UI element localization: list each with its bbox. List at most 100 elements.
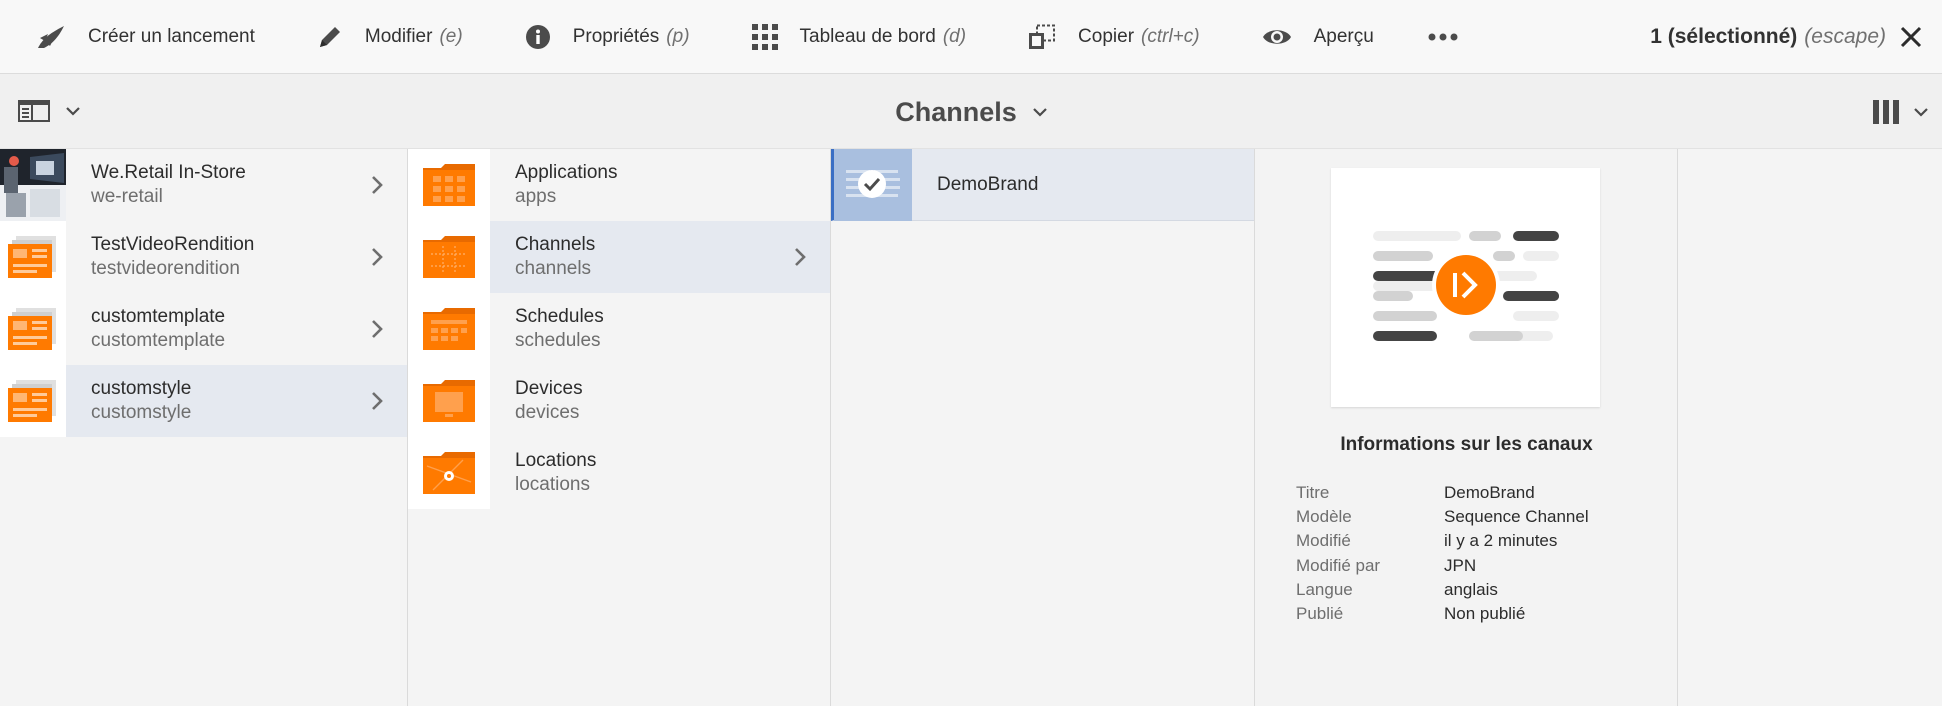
selection-status: 1 (sélectionné) (escape) [1650,0,1922,74]
item-subtitle: schedules [515,330,601,351]
metadata-row: Modifié par JPN [1296,554,1589,578]
eye-icon [1262,29,1291,44]
copy-icon [1029,24,1056,49]
page-title: Channels [895,96,1017,127]
folder-thumbnail [408,293,490,365]
metadata-key: Modifié par [1296,555,1381,575]
copy-button[interactable]: Copier (ctrl+c) [994,0,1228,74]
chevron-right-icon [372,176,383,194]
chevron-right-icon [372,320,383,338]
folder-thumbnail [408,365,490,437]
rail-icon [18,100,50,122]
template-thumbnail [0,365,66,437]
metadata-value: anglais [1444,579,1498,599]
channel-preview-card [1331,168,1600,407]
metadata-value: Non publié [1444,604,1526,624]
list-item[interactable]: customstyle customstyle [0,365,407,437]
metadata-key: Langue [1296,579,1353,599]
chevron-down-icon [1032,107,1047,117]
item-subtitle: apps [515,186,557,207]
chevron-down-icon [1914,107,1928,117]
close-selection-button[interactable] [1900,26,1922,48]
item-title: We.Retail In-Store [91,162,246,183]
item-title: Schedules [515,306,604,327]
item-text: customtemplate customtemplate [66,293,407,365]
details-panel: Informations sur les canaux Titre DemoBr… [1255,149,1678,706]
selection-count: 1 (sélectionné) [1650,25,1798,48]
metadata-row: Titre DemoBrand [1296,481,1589,505]
list-item[interactable]: customtemplate customtemplate [0,293,407,365]
column-channels: DemoBrand [831,148,1255,706]
item-text: customstyle customstyle [66,365,407,437]
item-text: TestVideoRendition testvideorendition [66,221,407,293]
item-title: Locations [515,450,597,471]
navigation-header: Channels [0,75,1942,149]
dashboard-label: Tableau de bord [799,25,936,47]
properties-label: Propriétés [572,25,660,47]
column-view-icon [1873,100,1899,124]
metadata-value: JPN [1444,555,1477,575]
item-subtitle: testvideorendition [91,258,240,279]
info-panel-title: Informations sur les canaux [1340,434,1593,455]
column-sites: We.Retail In-Store we-retail TestVideoRe… [0,149,408,706]
list-item[interactable]: TestVideoRendition testvideorendition [0,221,407,293]
more-actions-button[interactable] [1420,0,1508,74]
item-text: Devices devices [490,365,830,437]
metadata-value: Sequence Channel [1444,507,1589,527]
info-icon [525,24,550,49]
channel-thumbnail [834,148,912,221]
edit-shortcut: (e) [439,25,463,47]
empty-column [1678,149,1942,706]
create-launch-button[interactable]: Créer un lancement [0,0,283,74]
item-subtitle: channels [515,258,592,279]
item-title: Channels [515,234,596,255]
metadata-value: il y a 2 minutes [1444,531,1558,551]
list-item[interactable]: Locations locations [408,437,830,509]
action-toolbar: Créer un lancement Modifier (e) Propriét… [0,0,1942,74]
list-item[interactable]: Devices devices [408,365,830,437]
item-title: Devices [515,378,583,399]
dashboard-button[interactable]: Tableau de bord (d) [718,0,995,74]
selection-shortcut: (escape) [1804,25,1886,48]
item-title: customtemplate [91,306,226,327]
metadata-key: Modifié [1296,531,1351,551]
grid-icon [751,23,778,50]
item-title: Applications [515,162,618,183]
chevron-right-icon [372,392,383,410]
list-item[interactable]: Schedules schedules [408,293,830,365]
metadata-key: Publié [1296,604,1344,624]
edit-button[interactable]: Modifier (e) [283,0,491,74]
copy-label: Copier [1078,25,1135,47]
folder-thumbnail [408,437,490,509]
list-item[interactable]: Channels channels [408,221,830,293]
list-item-selected[interactable]: DemoBrand [831,148,1254,221]
item-subtitle: locations [515,474,590,495]
item-subtitle: customtemplate [91,330,226,351]
close-icon [1900,26,1922,48]
rail-toggle-button[interactable] [18,99,80,123]
copy-shortcut: (ctrl+c) [1141,25,1200,47]
chevron-down-icon [66,106,80,116]
item-text: Locations locations [490,437,830,509]
preview-button[interactable]: Aperçu [1228,0,1402,74]
item-title: DemoBrand [937,173,1039,195]
column-folders: Applications apps Channels channels Sche… [408,149,831,706]
properties-shortcut: (p) [666,25,690,47]
list-item[interactable]: We.Retail In-Store we-retail [0,149,407,221]
view-switcher-button[interactable] [1872,99,1928,125]
create-launch-label: Créer un lancement [88,25,255,47]
item-text: Channels channels [490,221,830,293]
page-title-switcher[interactable]: Channels [895,97,1047,128]
metadata-row: Modèle Sequence Channel [1296,505,1589,529]
more-icon [1428,33,1458,40]
item-text: Applications apps [490,149,830,221]
pencil-icon [319,26,340,47]
preview-label: Aperçu [1313,25,1374,47]
edit-label: Modifier [364,25,433,47]
list-item[interactable]: Applications apps [408,149,830,221]
properties-button[interactable]: Propriétés (p) [491,0,718,74]
item-title: TestVideoRendition [91,234,255,255]
folder-thumbnail [408,221,490,293]
item-text: Schedules schedules [490,293,830,365]
metadata-key: Titre [1296,483,1330,502]
